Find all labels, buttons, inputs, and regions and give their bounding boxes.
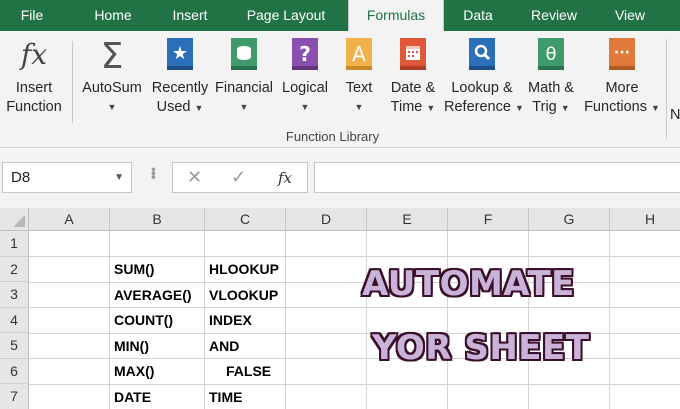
- cell-b4[interactable]: COUNT(): [114, 308, 173, 333]
- star-book-icon: ★: [163, 37, 197, 73]
- gridline: [366, 231, 367, 409]
- gridline: [447, 231, 448, 409]
- insert-function-icon[interactable]: fx: [278, 169, 292, 187]
- cell-c2[interactable]: HLOOKUP: [209, 257, 279, 282]
- tab-formulas[interactable]: Formulas: [348, 0, 444, 31]
- svg-text:Σ: Σ: [101, 37, 124, 73]
- chevron-down-icon: ▼: [194, 103, 204, 113]
- column-header-b[interactable]: B: [110, 208, 205, 231]
- more-book-icon: ···: [605, 37, 639, 73]
- svg-text:fx: fx: [19, 38, 47, 71]
- row-header-7[interactable]: 7: [0, 384, 29, 409]
- chevron-down-icon: ▼: [107, 102, 117, 112]
- column-header-a[interactable]: A: [29, 208, 110, 231]
- text-book-icon: A: [342, 37, 376, 73]
- cell-c4[interactable]: INDEX: [209, 308, 252, 333]
- gridline: [109, 231, 110, 409]
- chevron-down-icon: ▼: [300, 102, 310, 112]
- tab-insert[interactable]: Insert: [156, 0, 224, 31]
- function-library-group-label: Function Library: [285, 129, 380, 144]
- tab-review[interactable]: Review: [516, 0, 592, 31]
- ribbon-separator: [666, 39, 667, 139]
- chevron-down-icon: ▼: [560, 103, 570, 113]
- financial-button[interactable]: Financial ▼: [212, 37, 276, 117]
- row-header-3[interactable]: 3: [0, 282, 29, 308]
- overlay-headline-automate: AUTOMATE: [362, 264, 575, 304]
- chevron-down-icon: ▼: [354, 102, 364, 112]
- recently-used-button[interactable]: ★ Recently Used ▼: [148, 37, 212, 118]
- column-header-f[interactable]: F: [448, 208, 529, 231]
- insert-function-button[interactable]: fx Insert Function: [2, 37, 66, 117]
- enter-check-icon[interactable]: ✓: [231, 167, 246, 188]
- row-header-1[interactable]: 1: [0, 231, 29, 257]
- select-all-triangle-icon: [13, 215, 25, 227]
- more-functions-button[interactable]: ··· More Functions ▼: [582, 37, 662, 118]
- chevron-down-icon[interactable]: ▼: [114, 163, 124, 192]
- sigma-icon: Σ: [95, 36, 129, 77]
- select-all-corner[interactable]: [0, 208, 29, 231]
- cancel-icon[interactable]: ✕: [187, 167, 202, 188]
- cell-c7[interactable]: TIME: [209, 385, 242, 409]
- cell-b6[interactable]: MAX(): [114, 359, 154, 384]
- column-header-e[interactable]: E: [367, 208, 448, 231]
- row-header-6[interactable]: 6: [0, 358, 29, 384]
- svg-text:···: ···: [614, 45, 630, 61]
- row-header-4[interactable]: 4: [0, 307, 29, 333]
- resize-handle-icon[interactable]: •••: [146, 167, 162, 179]
- text-button[interactable]: A Text ▼: [338, 37, 380, 117]
- tab-home[interactable]: Home: [80, 0, 146, 31]
- cell-c6[interactable]: FALSE: [226, 359, 271, 384]
- tab-page-layout[interactable]: Page Layout: [234, 0, 338, 31]
- column-header-d[interactable]: D: [286, 208, 367, 231]
- tab-view[interactable]: View: [600, 0, 660, 31]
- chevron-down-icon: ▼: [426, 103, 436, 113]
- cell-c5[interactable]: AND: [209, 334, 239, 359]
- tab-data[interactable]: Data: [450, 0, 506, 31]
- gridline: [285, 231, 286, 409]
- cell-b3[interactable]: AVERAGE(): [114, 283, 192, 308]
- svg-text:A: A: [352, 42, 366, 66]
- column-header-g[interactable]: G: [529, 208, 610, 231]
- theta-book-icon: θ: [534, 37, 568, 73]
- autosum-button[interactable]: Σ AutoSum ▼: [78, 36, 146, 117]
- column-header-h[interactable]: H: [610, 208, 680, 231]
- financial-book-icon: [227, 37, 261, 73]
- gridline: [609, 231, 610, 409]
- row-header-2[interactable]: 2: [0, 256, 29, 282]
- gridline: [204, 231, 205, 409]
- chevron-down-icon: ▼: [650, 103, 660, 113]
- formulas-ribbon: fx Insert Function Σ AutoSum ▼ ★ Recentl…: [0, 31, 680, 148]
- ribbon-tab-bar: File Home Insert Page Layout Formulas Da…: [0, 0, 680, 31]
- chevron-down-icon: ▼: [239, 102, 249, 112]
- ribbon-separator: [72, 41, 73, 123]
- name-manager-cut-label[interactable]: N: [670, 107, 680, 123]
- name-box[interactable]: D8 ▼: [2, 162, 132, 193]
- cell-b5[interactable]: MIN(): [114, 334, 149, 359]
- magnifier-book-icon: [465, 37, 499, 73]
- fx-icon: fx: [17, 37, 51, 73]
- calendar-book-icon: [396, 37, 430, 73]
- overlay-headline-your-sheet: YOR SHEET: [372, 328, 590, 368]
- column-header-c[interactable]: C: [205, 208, 286, 231]
- formula-buttons: ✕ ✓ fx: [172, 162, 308, 193]
- svg-text:θ: θ: [545, 44, 556, 65]
- math-trig-button[interactable]: θ Math & Trig ▼: [522, 37, 580, 118]
- worksheet-grid: A B C D E F G H 1 2 3 4 5 6 7 SUM() HLOO…: [0, 208, 680, 409]
- formula-input[interactable]: [314, 162, 680, 193]
- gridline: [528, 231, 529, 409]
- cell-b2[interactable]: SUM(): [114, 257, 154, 282]
- row-header-5[interactable]: 5: [0, 333, 29, 359]
- lookup-reference-button[interactable]: Lookup & Reference ▼: [444, 37, 524, 118]
- logical-button[interactable]: ? Logical ▼: [278, 37, 332, 117]
- tab-file[interactable]: File: [0, 0, 64, 31]
- question-book-icon: ?: [288, 37, 322, 73]
- svg-text:?: ?: [299, 42, 311, 66]
- cell-b7[interactable]: DATE: [114, 385, 151, 409]
- svg-text:★: ★: [172, 43, 188, 64]
- date-time-button[interactable]: Date & Time ▼: [382, 37, 444, 118]
- cell-c3[interactable]: VLOOKUP: [209, 283, 278, 308]
- formula-bar: D8 ▼ ••• ✕ ✓ fx: [0, 149, 680, 208]
